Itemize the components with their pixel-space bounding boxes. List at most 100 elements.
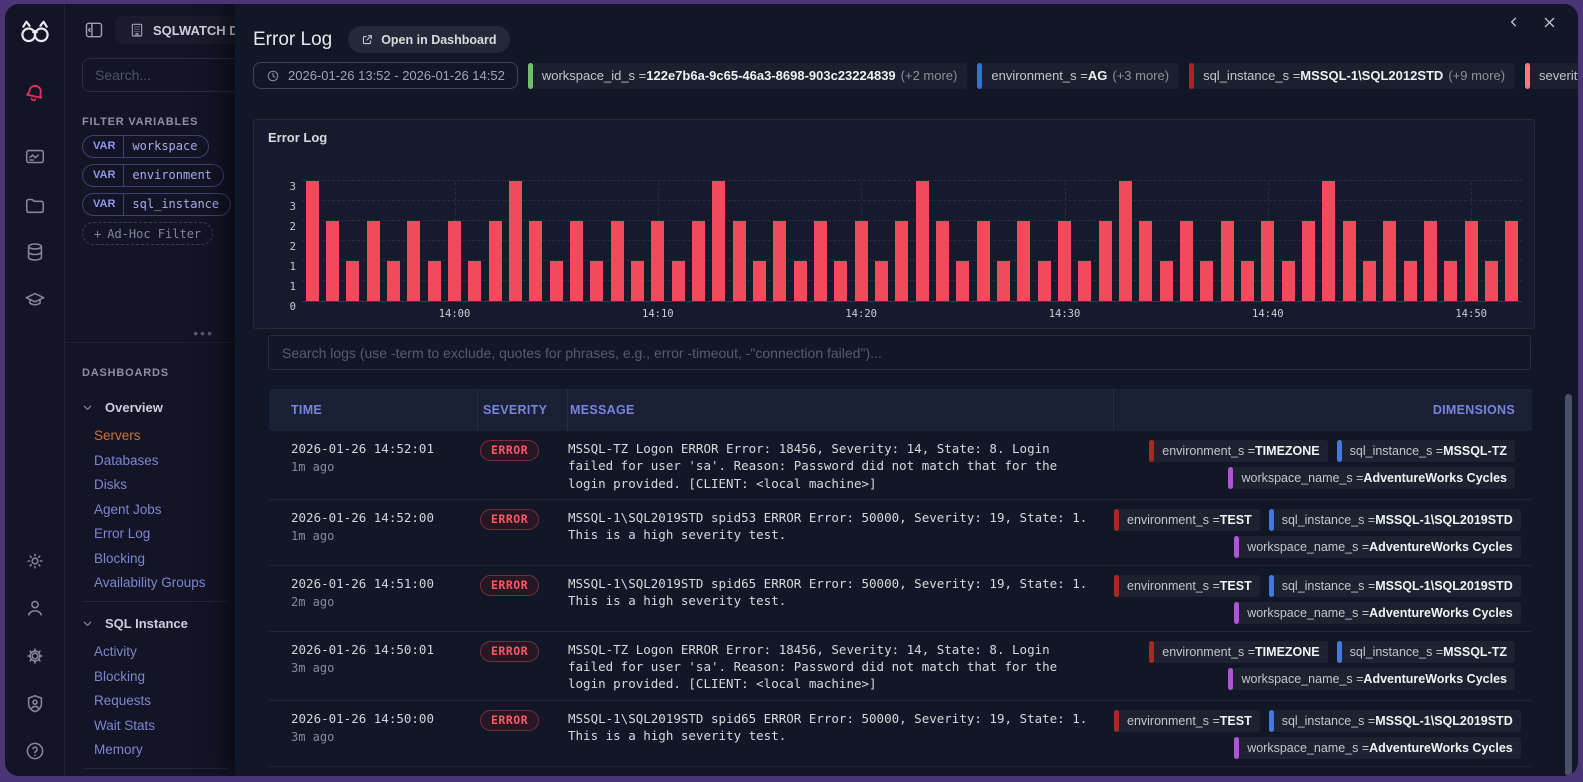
cell-message: MSSQL-1\SQL2019STD spid53 ERROR Error: 5… <box>568 509 1088 543</box>
dimension-tag-environment_s[interactable]: environment_s = TEST <box>1114 508 1260 531</box>
variable-name: sql_instance <box>132 197 220 211</box>
admin-shield-user-icon[interactable] <box>17 686 53 722</box>
filter-pill-environment_s[interactable]: environment_s = AG (+3 more) <box>977 62 1180 89</box>
open-in-dashboard-button[interactable]: Open in Dashboard <box>348 26 510 53</box>
organization-building-icon <box>131 23 143 37</box>
dimension-tag-environment_s[interactable]: environment_s = TIMEZONE <box>1149 440 1328 462</box>
sidebar-item-requests[interactable]: Requests <box>94 692 228 709</box>
learn-graduation-cap-icon[interactable] <box>17 282 53 318</box>
column-header-dimensions[interactable]: DIMENSIONS <box>1114 389 1532 431</box>
sidebar-item-memory[interactable]: Memory <box>94 741 228 758</box>
drawer-scrollbar-thumb[interactable] <box>1565 394 1572 776</box>
dimension-tag-sql_instance_s[interactable]: sql_instance_s = MSSQL-TZ <box>1336 640 1515 663</box>
chart-bar-slot <box>1014 181 1034 301</box>
sidebar-item-error-log[interactable]: Error Log <box>94 525 228 542</box>
chart-bar <box>1484 261 1499 301</box>
folder-icon[interactable] <box>17 187 53 223</box>
variable-pill-sql_instance[interactable]: VAR sql_instance <box>82 193 232 216</box>
sidebar-item-servers[interactable]: Servers <box>94 427 228 444</box>
adhoc-filter-button[interactable]: + Ad-Hoc Filter <box>82 222 214 245</box>
table-row: 2026-01-26 14:52:00 1m ago ERROR MSSQL-1\SQ… <box>269 498 1532 565</box>
workspace-tab[interactable]: SQLWATCH DE <box>115 16 240 44</box>
chart-bar-slot <box>424 181 444 301</box>
close-icon[interactable] <box>1540 13 1558 31</box>
chart-bar-slot <box>1258 181 1278 301</box>
chart-bar-slot <box>993 181 1013 301</box>
filter-pill-workspace_id_s[interactable]: workspace_id_s = 122e7b6a-9c65-46a3-8698… <box>527 62 968 89</box>
sidebar-item-agent-jobs[interactable]: Agent Jobs <box>94 501 228 518</box>
nav-group-divider <box>82 601 228 602</box>
dashboards-panel-icon[interactable] <box>17 139 53 175</box>
log-time-ago: 2m ago <box>291 594 335 609</box>
dimension-label: sql_instance_s = <box>1281 512 1376 527</box>
sidebar-item-activity[interactable]: Activity <box>94 643 228 660</box>
chart-bar <box>895 221 909 301</box>
nav-group-sql-instance[interactable]: SQL Instance <box>82 616 228 631</box>
dimension-color-bar <box>1268 574 1274 597</box>
filter-pill-severity_s[interactable]: severity_s = Error <box>1525 62 1578 89</box>
sidebar-item-wait-stats[interactable]: Wait Stats <box>94 717 228 734</box>
sidebar-item-blocking[interactable]: Blocking <box>94 550 228 567</box>
sidebar-item-disks[interactable]: Disks <box>94 476 228 493</box>
log-search-input[interactable] <box>268 335 1531 370</box>
sidebar-collapse-icon[interactable] <box>81 17 107 43</box>
cell-severity: ERROR <box>478 508 568 558</box>
dimension-label: environment_s = <box>1127 578 1220 593</box>
chart-x-tick-label: 14:30 <box>1048 308 1081 320</box>
chart-bar-slot <box>505 181 525 301</box>
sidebar-item-databases[interactable]: Databases <box>94 452 228 469</box>
dimension-tag-workspace_name_s[interactable]: workspace_name_s = AdventureWorks Cycles <box>1234 535 1521 558</box>
chart-bar-slot <box>566 181 586 301</box>
dimension-tag-workspace_name_s[interactable]: workspace_name_s = AdventureWorks Cycles <box>1228 467 1515 489</box>
sidebar-search-input[interactable] <box>82 58 240 92</box>
help-icon[interactable] <box>17 733 53 769</box>
cell-time: 2026-01-26 14:51:00 2m ago <box>269 575 478 624</box>
chart-bar <box>325 221 340 301</box>
filter-pill-sql_instance_s[interactable]: sql_instance_s = MSSQL-1\SQL2012STD (+9 m… <box>1189 62 1516 89</box>
open-in-dashboard-label: Open in Dashboard <box>381 32 497 47</box>
chevron-left-icon[interactable] <box>1505 13 1523 31</box>
dimension-tag-sql_instance_s[interactable]: sql_instance_s = MSSQL-1\SQL2019STD <box>1268 574 1521 597</box>
dimension-tag-environment_s[interactable]: environment_s = TIMEZONE <box>1149 640 1328 663</box>
dimension-tag-environment_s[interactable]: environment_s = TEST <box>1114 709 1260 732</box>
dimension-tag-workspace_name_s[interactable]: workspace_name_s = AdventureWorks Cycles <box>1234 736 1521 759</box>
alerts-bell-icon[interactable] <box>17 74 53 110</box>
column-header-message[interactable]: MESSAGE <box>568 389 1114 431</box>
table-row: 2026-01-26 14:49:004m agoERRORMSSQL-1\SQ… <box>269 765 1532 776</box>
dimension-tag-workspace_name_s[interactable]: workspace_name_s = AdventureWorks Cycles <box>1228 667 1515 690</box>
dimension-tag-environment_s[interactable]: environment_s = TEST <box>1114 574 1260 597</box>
sidebar-menu-dots[interactable]: ••• <box>193 326 214 340</box>
filter-label: sql_instance_s = <box>1203 68 1301 83</box>
clock-icon <box>267 70 279 81</box>
cell-dimensions: environment_s = TIMEZONE sql_instance_s =… <box>1114 440 1532 492</box>
dimension-tag-sql_instance_s[interactable]: sql_instance_s = MSSQL-1\SQL2019STD <box>1268 508 1521 531</box>
chart-bar <box>1423 221 1438 301</box>
chart-bar <box>752 261 767 301</box>
variable-pill-environment[interactable]: VAR environment <box>82 164 224 187</box>
dimension-tag-workspace_name_s[interactable]: workspace_name_s = AdventureWorks Cycles <box>1234 601 1521 624</box>
dimension-label: workspace_name_s = <box>1241 471 1364 485</box>
column-header-time[interactable]: TIME <box>269 389 478 431</box>
chart-x-tick-label: 14:10 <box>642 308 674 320</box>
time-range-picker[interactable]: 2026-01-26 13:52 - 2026-01-26 14:52 <box>253 62 518 89</box>
user-profile-icon[interactable] <box>17 590 53 626</box>
chart-bar <box>346 261 360 301</box>
theme-brightness-icon[interactable] <box>17 543 53 579</box>
sqlwatch-owl-logo[interactable] <box>17 15 53 51</box>
chart-bar <box>915 181 929 301</box>
dimension-tag-sql_instance_s[interactable]: sql_instance_s = MSSQL-1\SQL2019STD <box>1268 709 1521 732</box>
nav-group-overview[interactable]: Overview <box>82 400 228 415</box>
column-header-severity[interactable]: SEVERITY <box>478 389 568 431</box>
variable-pill-workspace[interactable]: VAR workspace <box>82 135 210 158</box>
dimension-color-bar <box>1234 535 1240 558</box>
chart-bar-slot <box>383 181 403 301</box>
cell-severity: ERROR <box>478 440 568 492</box>
chart-bar <box>773 221 787 301</box>
dimension-tag-sql_instance_s[interactable]: sql_instance_s = MSSQL-TZ <box>1336 440 1515 462</box>
sidebar-item-availability-groups[interactable]: Availability Groups <box>94 574 228 591</box>
database-icon[interactable] <box>17 234 53 270</box>
settings-gear-icon[interactable] <box>17 638 53 674</box>
chart-bar-slot <box>1441 181 1461 301</box>
table-row: 2026-01-26 14:50:01 3m ago ERROR MSSQL-TZ L… <box>269 630 1532 700</box>
sidebar-item-blocking[interactable]: Blocking <box>94 668 228 685</box>
